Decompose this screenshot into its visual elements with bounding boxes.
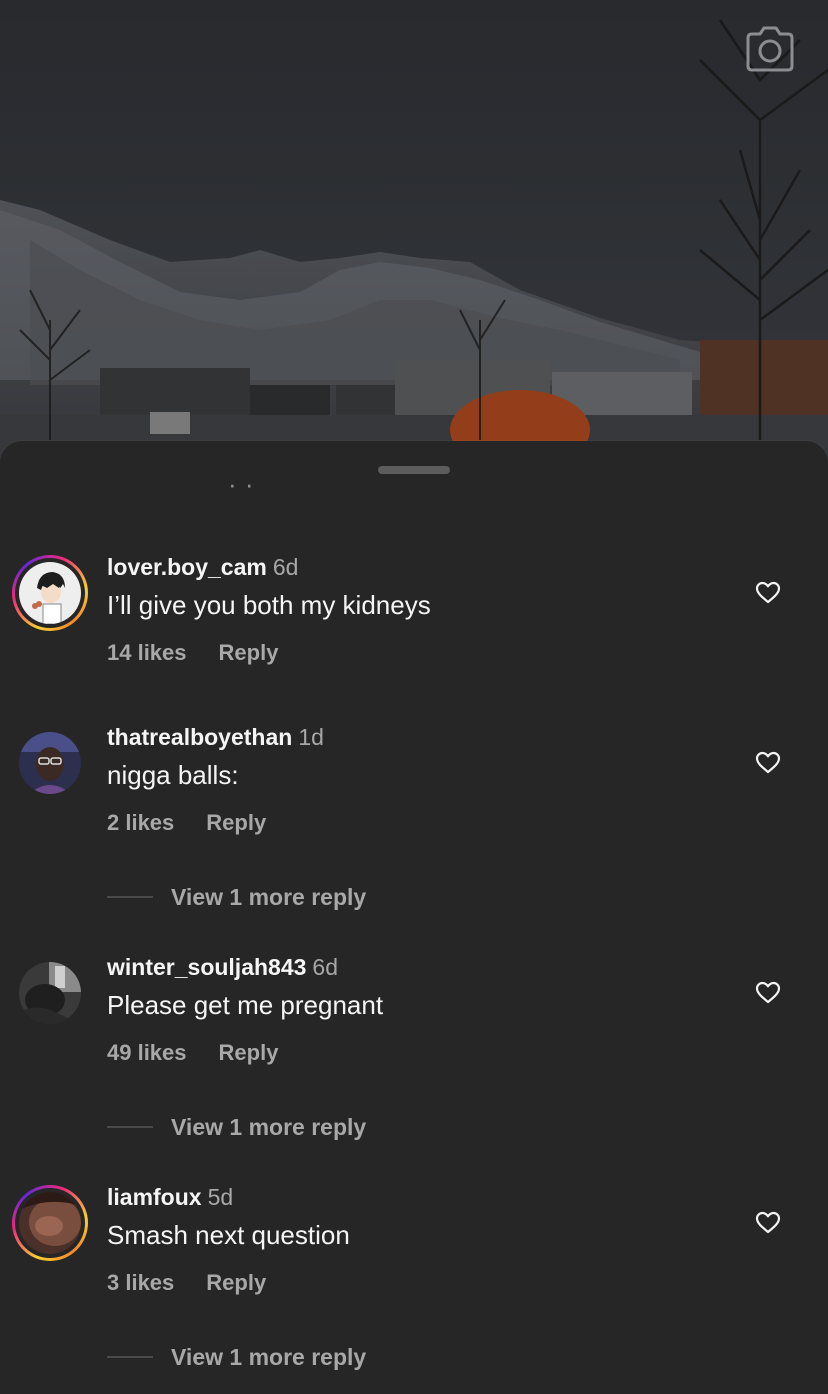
- background-photo: [0, 0, 828, 470]
- view-more-replies-label[interactable]: View 1 more reply: [171, 1112, 366, 1142]
- heart-outline-icon[interactable]: [754, 979, 782, 1007]
- likes-count[interactable]: 49 likes: [107, 1040, 187, 1065]
- comment-header: lover.boy_cam 6d: [107, 553, 298, 581]
- username[interactable]: lover.boy_cam: [107, 554, 267, 580]
- reply-button[interactable]: Reply: [219, 640, 279, 665]
- comment-text: Smash next question: [107, 1220, 350, 1250]
- avatar[interactable]: [19, 732, 81, 794]
- comments-screen: · · lover.boy_c: [0, 0, 828, 1394]
- avatar[interactable]: [19, 562, 81, 624]
- avatar-story-ring[interactable]: [12, 1185, 88, 1261]
- comment-meta: 14 likes Reply: [107, 639, 278, 667]
- username[interactable]: liamfoux: [107, 1184, 202, 1210]
- likes-count[interactable]: 14 likes: [107, 640, 187, 665]
- comment-item: lover.boy_cam 6d I’ll give you both my ki…: [0, 553, 828, 685]
- comment-header: liamfoux 5d: [107, 1183, 233, 1211]
- view-more-replies-button[interactable]: View 1 more reply: [107, 1112, 507, 1142]
- view-more-divider: [107, 1126, 153, 1128]
- reply-button[interactable]: Reply: [206, 1270, 266, 1295]
- avatar[interactable]: [19, 1192, 81, 1254]
- comment-text: I’ll give you both my kidneys: [107, 590, 431, 620]
- heart-outline-icon[interactable]: [754, 749, 782, 777]
- view-more-divider: [107, 1356, 153, 1358]
- clipped-previous-text: · ·: [108, 483, 408, 497]
- avatar[interactable]: [19, 962, 81, 1024]
- avatar-container[interactable]: [12, 725, 88, 801]
- comment-item: winter_souljah843 6d Please get me pregna…: [0, 953, 828, 1085]
- comment-item: liamfoux 5d Smash next question 3 likes Re…: [0, 1183, 828, 1315]
- comment-time: 1d: [298, 724, 324, 750]
- comments-sheet: · · lover.boy_c: [0, 441, 828, 1394]
- username[interactable]: winter_souljah843: [107, 954, 306, 980]
- view-more-replies-label[interactable]: View 1 more reply: [171, 882, 366, 912]
- view-more-replies-button[interactable]: View 1 more reply: [107, 882, 507, 912]
- view-more-replies-label[interactable]: View 1 more reply: [171, 1342, 366, 1372]
- heart-outline-icon[interactable]: [754, 579, 782, 607]
- username[interactable]: thatrealboyethan: [107, 724, 292, 750]
- sheet-grabber-handle[interactable]: [378, 466, 450, 474]
- comment-meta: 3 likes Reply: [107, 1269, 266, 1297]
- reply-button[interactable]: Reply: [206, 810, 266, 835]
- heart-outline-icon[interactable]: [754, 1209, 782, 1237]
- view-more-divider: [107, 896, 153, 898]
- mountain-scene-image: [0, 0, 828, 470]
- comment-time: 5d: [207, 1184, 234, 1210]
- comment-header: thatrealboyethan 1d: [107, 723, 324, 751]
- comment-item: thatrealboyethan 1d nigga balls: 2 likes R…: [0, 723, 828, 855]
- comment-time: 6d: [272, 554, 299, 580]
- comment-meta: 49 likes Reply: [107, 1039, 278, 1067]
- likes-count[interactable]: 2 likes: [107, 810, 174, 835]
- likes-count[interactable]: 3 likes: [107, 1270, 174, 1295]
- reply-button[interactable]: Reply: [219, 1040, 279, 1065]
- comment-text: Please get me pregnant: [107, 990, 384, 1020]
- camera-icon[interactable]: [744, 26, 796, 72]
- comment-meta: 2 likes Reply: [107, 809, 266, 837]
- comment-text: nigga balls:: [107, 760, 239, 790]
- comment-time: 6d: [312, 954, 339, 980]
- comment-header: winter_souljah843 6d: [107, 953, 338, 981]
- view-more-replies-button[interactable]: View 1 more reply: [107, 1342, 507, 1372]
- avatar-container[interactable]: [12, 955, 88, 1031]
- avatar-story-ring[interactable]: [12, 555, 88, 631]
